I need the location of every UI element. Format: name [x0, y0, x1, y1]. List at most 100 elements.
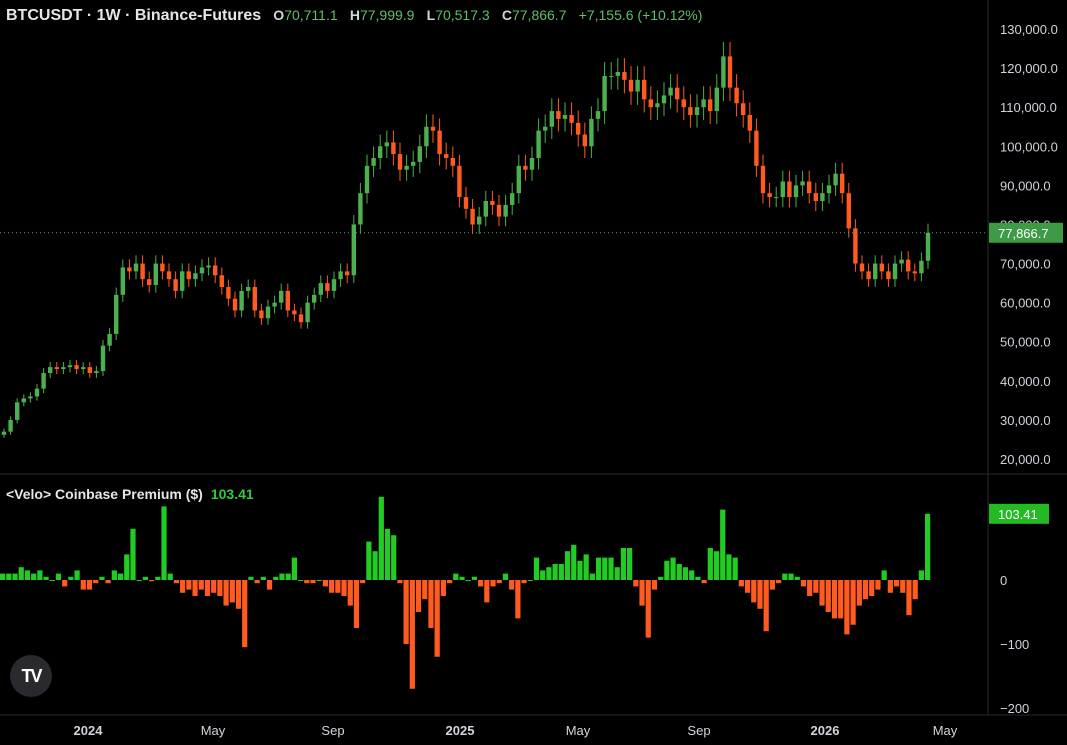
premium-bar: [422, 580, 428, 600]
candle-body: [1, 431, 7, 435]
premium-bar: [391, 535, 397, 580]
candle-body: [694, 107, 700, 115]
premium-bar: [173, 580, 180, 584]
premium-tick-label: 0: [1000, 573, 1007, 588]
candle-body: [741, 103, 746, 115]
premium-bar: [589, 573, 595, 580]
premium-bar: [142, 576, 148, 580]
premium-bar: [117, 573, 124, 580]
tradingview-logo-icon[interactable]: TV: [10, 655, 52, 697]
candle-body: [345, 271, 350, 276]
candle-body: [820, 193, 825, 201]
premium-bar: [726, 554, 732, 580]
premium-bar: [496, 580, 502, 584]
candle-body: [892, 263, 898, 280]
candle-body: [879, 263, 884, 272]
change-value: +7,155.6 (+10.12%): [578, 7, 703, 23]
premium-bar: [198, 580, 204, 590]
premium-bar: [757, 580, 763, 609]
premium-bar: [707, 548, 713, 580]
candle-body: [246, 287, 251, 291]
premium-bar: [167, 573, 173, 580]
indicator-value: 103.41: [210, 486, 254, 502]
candle-body: [793, 185, 799, 198]
premium-bar: [360, 580, 366, 584]
candle-body: [351, 224, 356, 276]
premium-bar: [676, 564, 682, 580]
premium-value-label: 103.41: [998, 507, 1038, 522]
premium-tick-label: −200: [1000, 701, 1029, 716]
candle-body: [708, 99, 713, 112]
premium-bar: [807, 580, 813, 596]
premium-bar: [310, 580, 316, 584]
candle-body: [622, 72, 627, 80]
symbol-title[interactable]: BTCUSDT · 1W · Binance-Futures: [6, 7, 261, 24]
candle-body: [404, 165, 409, 170]
premium-bar: [285, 573, 291, 580]
candle-body: [925, 232, 931, 261]
premium-bar: [31, 573, 37, 580]
premium-bar: [825, 580, 831, 612]
premium-bar: [93, 580, 99, 584]
candle-body: [800, 181, 805, 186]
premium-bar: [813, 580, 819, 593]
premium-bar: [204, 580, 211, 596]
candle-body: [173, 279, 178, 291]
premium-bar: [279, 573, 285, 580]
candle-body: [642, 79, 647, 100]
time-tick-label: May: [566, 723, 591, 738]
price-tick-label: 30,000.0: [1000, 413, 1051, 428]
price-tick-label: 20,000.0: [1000, 452, 1051, 467]
price-tick-label: 90,000.0: [1000, 178, 1051, 193]
premium-bar: [192, 580, 198, 596]
premium-bar: [130, 528, 136, 580]
candle-body: [780, 181, 785, 198]
premium-bar: [782, 573, 788, 580]
candle-body: [589, 118, 594, 147]
candle-body: [655, 103, 660, 108]
premium-bar: [111, 570, 117, 580]
premium-bar: [571, 544, 577, 580]
premium-bar: [595, 557, 602, 580]
premium-bar: [235, 580, 242, 609]
premium-bar: [148, 580, 155, 582]
candle-body: [747, 115, 752, 131]
premium-bar: [564, 551, 571, 580]
premium-bar: [55, 573, 62, 580]
premium-bar: [515, 580, 521, 619]
candle-body: [727, 56, 733, 88]
time-tick-label: May: [933, 723, 958, 738]
indicator-header[interactable]: <Velo> Coinbase Premium ($) 103.41: [6, 486, 254, 502]
premium-bar: [440, 580, 446, 596]
candle-body: [582, 134, 587, 147]
premium-bar: [372, 551, 378, 580]
candle-body: [523, 165, 528, 170]
premium-bar: [254, 580, 260, 584]
candle-body: [160, 263, 165, 272]
candle-body: [826, 185, 832, 194]
candle-body: [470, 208, 475, 225]
candle-body: [721, 56, 726, 88]
candle-body: [358, 193, 363, 225]
candle-body: [193, 273, 198, 280]
premium-bar: [211, 580, 217, 593]
premium-bar: [875, 580, 881, 590]
price-tick-label: 130,000.0: [1000, 22, 1058, 37]
premium-bar: [689, 570, 695, 580]
premium-bar: [527, 580, 533, 581]
premium-bar: [24, 570, 31, 580]
candle-body: [734, 87, 739, 104]
candle-body: [661, 95, 667, 104]
high-value: 77,999.9: [359, 7, 415, 23]
candle-body: [417, 146, 422, 162]
premium-bar: [614, 567, 620, 580]
candle-body: [444, 154, 449, 158]
premium-bar: [453, 573, 459, 580]
candle-body: [252, 287, 257, 311]
candle-body: [94, 371, 99, 373]
candle-body: [213, 265, 218, 276]
candle-body: [833, 173, 838, 186]
chart-canvas[interactable]: 130,000.0 120,000.0 110,000.0 100,000.0 90,0…: [0, 0, 1067, 745]
candle-body: [259, 310, 264, 319]
premium-bar: [384, 528, 391, 580]
